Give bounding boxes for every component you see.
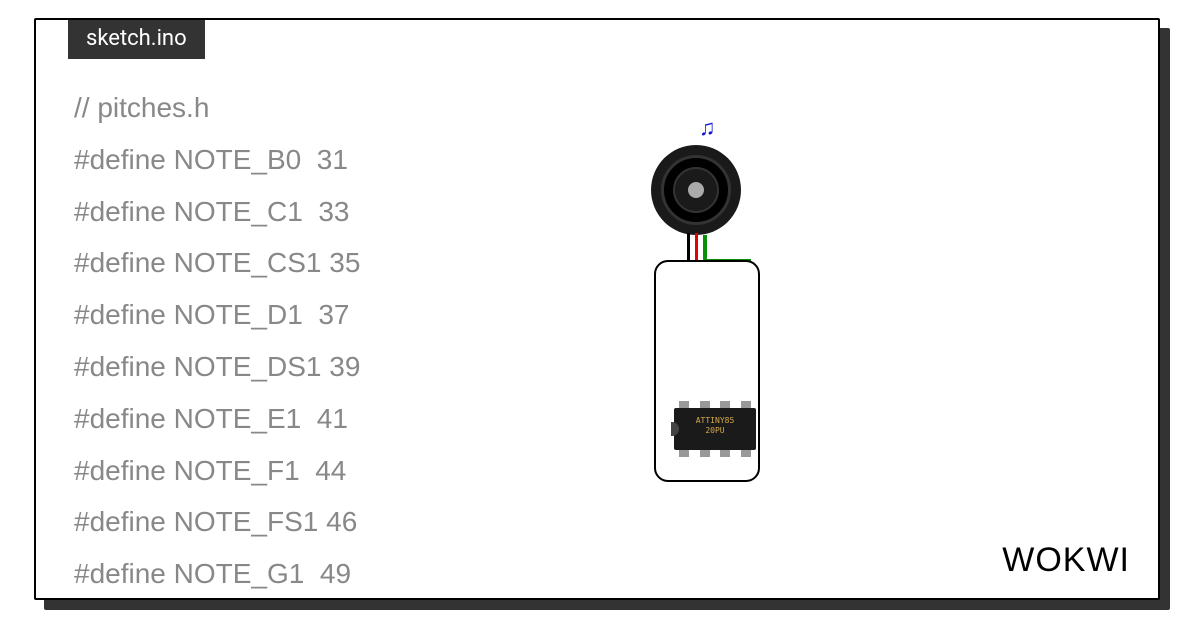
chip-label-line1: ATTINY85: [691, 416, 739, 426]
code-line: #define NOTE_DS1 39: [74, 351, 360, 382]
chip-pin: [700, 450, 710, 457]
chip-pins: [679, 450, 751, 457]
code-line: #define NOTE_B0 31: [74, 144, 348, 175]
code-line: #define NOTE_D1 37: [74, 299, 350, 330]
chip-pin: [720, 401, 730, 408]
chip-pins: [679, 401, 751, 408]
file-tab-label: sketch.ino: [86, 26, 187, 51]
circuit-diagram[interactable]: ♫ ATTINY85 20PU: [536, 115, 936, 535]
chip-pin: [700, 401, 710, 408]
code-line: #define NOTE_F1 44: [74, 455, 346, 486]
preview-card: sketch.ino // pitches.h #define NOTE_B0 …: [34, 18, 1160, 600]
code-line: #define NOTE_FS1 46: [74, 506, 357, 537]
code-line: #define NOTE_E1 41: [74, 403, 348, 434]
buzzer-component[interactable]: [651, 145, 741, 235]
chip-pin: [679, 450, 689, 457]
music-note-icon: ♫: [699, 115, 716, 141]
buzzer-hole: [688, 182, 704, 198]
wire-red[interactable]: [695, 233, 698, 261]
chip-pin: [720, 450, 730, 457]
code-line: #define NOTE_CS1 35: [74, 247, 360, 278]
wire-black[interactable]: [687, 233, 690, 261]
chip-label: ATTINY85 20PU: [691, 416, 739, 435]
code-line: #define NOTE_C1 33: [74, 196, 350, 227]
chip-pin: [679, 401, 689, 408]
code-line: // pitches.h: [74, 92, 209, 123]
chip-label-line2: 20PU: [691, 426, 739, 436]
chip-pin: [741, 450, 751, 457]
chip-pin: [741, 401, 751, 408]
code-editor[interactable]: // pitches.h #define NOTE_B0 31 #define …: [74, 82, 360, 600]
wokwi-logo: WOKWI: [1002, 541, 1130, 580]
code-line: #define NOTE_G1 49: [74, 558, 351, 589]
file-tab[interactable]: sketch.ino: [68, 18, 205, 59]
